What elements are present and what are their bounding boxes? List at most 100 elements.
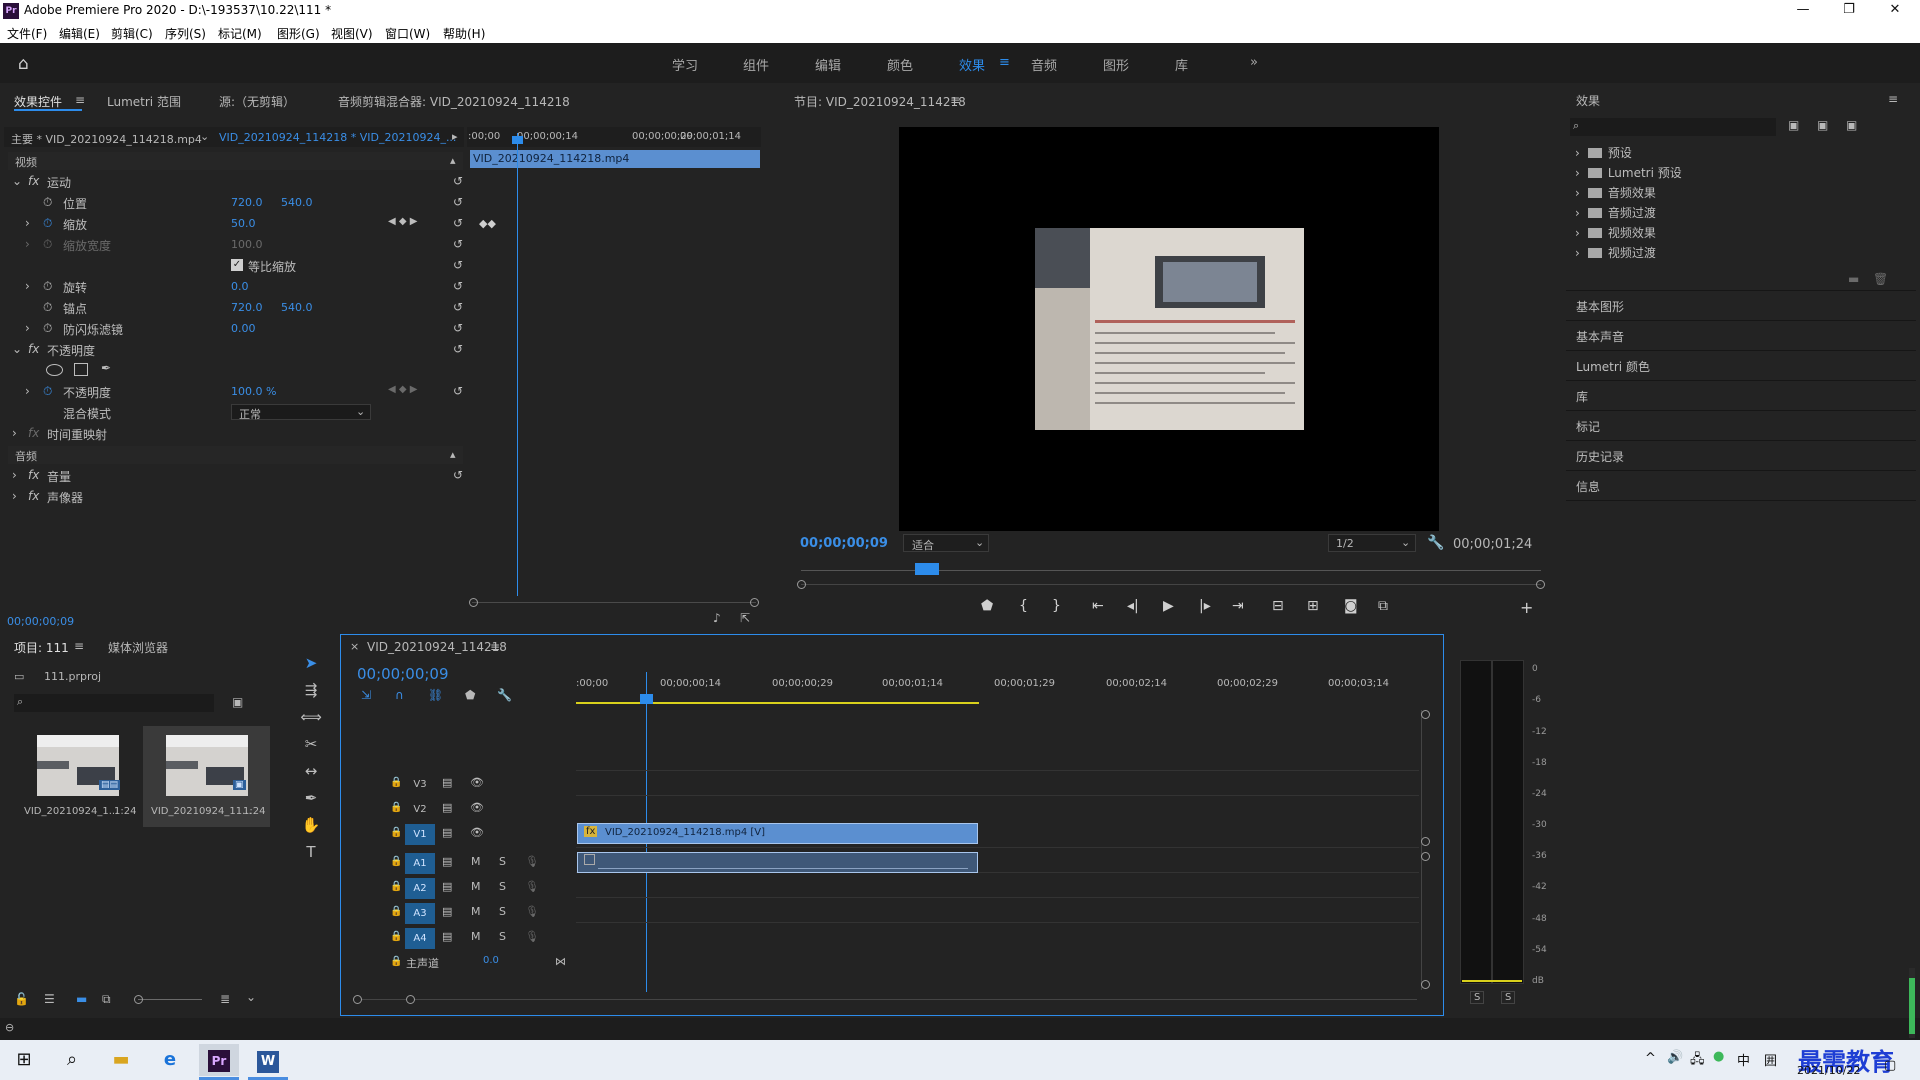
- thumbnail-size-slider[interactable]: [138, 999, 202, 1000]
- taskbar-date[interactable]: 2021/10/22: [1797, 1064, 1860, 1077]
- rotation-row[interactable]: › ⏱ 旋转 0.0 ↺: [8, 276, 463, 296]
- menu-help[interactable]: 帮助(H): [443, 25, 485, 42]
- essential-sound-panel[interactable]: 基本声音: [1576, 328, 1624, 345]
- compare-view-icon[interactable]: ⧉: [1378, 598, 1388, 614]
- mute-button[interactable]: M: [471, 880, 481, 893]
- zoom-handle[interactable]: [797, 580, 806, 589]
- resolution-select[interactable]: 1/2 ⌄: [1328, 534, 1416, 552]
- reset-icon[interactable]: ↺: [453, 195, 463, 209]
- edge-browser-icon[interactable]: e: [150, 1044, 190, 1076]
- workspace-learn[interactable]: 学习: [672, 55, 698, 74]
- sync-lock-icon[interactable]: ▤: [442, 801, 452, 814]
- reset-icon[interactable]: ↺: [453, 237, 463, 251]
- timeline-sequence-tab[interactable]: VID_20210924_114218: [367, 640, 507, 654]
- linked-selection-icon[interactable]: ⛓: [428, 688, 443, 702]
- track-label[interactable]: V3: [405, 774, 435, 795]
- menu-graphics[interactable]: 图形(G): [277, 25, 320, 42]
- reset-icon[interactable]: ↺: [453, 216, 463, 230]
- track-a3[interactable]: 🔒 A3 ▤ M S 🎙: [340, 901, 575, 926]
- anchor-y-value[interactable]: 540.0: [281, 301, 313, 314]
- track-label[interactable]: A4: [405, 928, 435, 949]
- panel-menu-icon[interactable]: ≡: [1888, 92, 1898, 106]
- slip-tool-icon[interactable]: ↔: [300, 760, 322, 782]
- position-y-value[interactable]: 540.0: [281, 196, 313, 209]
- scroll-handle[interactable]: [1421, 980, 1430, 989]
- export-icon[interactable]: ⇱: [740, 611, 750, 625]
- tab-source[interactable]: 源:（无剪辑）: [219, 93, 295, 110]
- type-tool-icon[interactable]: T: [300, 841, 322, 863]
- workspace-assembly[interactable]: 组件: [743, 55, 769, 74]
- track-a1[interactable]: 🔒 A1 ▤ M S 🎙: [340, 851, 575, 876]
- scroll-handle[interactable]: [1421, 837, 1430, 846]
- step-forward-icon[interactable]: |▸: [1199, 598, 1211, 614]
- program-time-ruler[interactable]: [801, 570, 1541, 571]
- effects-search-input[interactable]: ⌕: [1570, 118, 1776, 136]
- solo-button[interactable]: S: [499, 880, 506, 893]
- ime-indicator[interactable]: 中: [1737, 1050, 1750, 1069]
- reset-icon[interactable]: ↺: [453, 300, 463, 314]
- stopwatch-icon[interactable]: ⏱: [43, 279, 52, 294]
- work-area-bar[interactable]: [576, 702, 979, 704]
- opacity-row[interactable]: › ⏱ 不透明度 100.0 % ◀ ◆ ▶ ↺: [8, 381, 463, 401]
- workspace-menu-icon[interactable]: ≡: [999, 55, 1010, 70]
- eye-icon[interactable]: 👁: [470, 801, 484, 814]
- scale-value[interactable]: 50.0: [231, 217, 256, 230]
- disclosure-right-icon[interactable]: ›: [25, 216, 30, 230]
- workspace-editing[interactable]: 编辑: [815, 55, 841, 74]
- mic-icon[interactable]: 🎙: [525, 855, 539, 868]
- program-monitor-title[interactable]: 节目: VID_20210924_114218: [794, 93, 966, 110]
- ec-zoom-scroll[interactable]: [472, 602, 756, 603]
- rectangle-mask-icon[interactable]: [74, 363, 88, 376]
- reset-icon[interactable]: ↺: [453, 468, 463, 482]
- ec-zoom-handle[interactable]: [469, 598, 478, 607]
- add-marker-icon[interactable]: ⬟: [981, 598, 993, 614]
- ec-zoom-handle[interactable]: [750, 598, 759, 607]
- pen-mask-icon[interactable]: ✒: [101, 361, 111, 375]
- tray-chevron-icon[interactable]: ^: [1645, 1051, 1656, 1066]
- program-playhead[interactable]: [914, 563, 939, 575]
- timeline-playhead-handle[interactable]: [640, 694, 653, 704]
- menu-file[interactable]: 文件(F): [7, 25, 47, 42]
- uniform-scale-checkbox[interactable]: ✓: [231, 259, 243, 271]
- mute-button[interactable]: M: [471, 905, 481, 918]
- program-timecode[interactable]: 00;00;00;09: [800, 536, 888, 551]
- pen-tool-icon[interactable]: ✒: [300, 787, 322, 809]
- reset-icon[interactable]: ↺: [453, 384, 463, 398]
- add-button-icon[interactable]: +: [1520, 598, 1533, 617]
- ec-clip-bar[interactable]: VID_20210924_114218.mp4: [470, 150, 760, 168]
- scroll-handle[interactable]: [1421, 852, 1430, 861]
- position-row[interactable]: ⏱ 位置 720.0 540.0 ↺: [8, 192, 463, 212]
- chevron-down-icon[interactable]: ⌄: [246, 990, 256, 1004]
- selection-tool-icon[interactable]: ➤: [300, 652, 322, 674]
- disclosure-right-icon[interactable]: ›: [12, 468, 17, 482]
- workspace-effects[interactable]: 效果: [959, 55, 985, 74]
- accelerated-effects-icon[interactable]: ▣: [1788, 118, 1799, 132]
- menu-sequence[interactable]: 序列(S): [165, 25, 206, 42]
- effects-folder-lumetri-presets[interactable]: › Lumetri 预设: [1575, 164, 1682, 181]
- eye-icon[interactable]: 👁: [470, 826, 484, 839]
- project-item[interactable]: ▤▤ VID_20210924_1... 1:24: [14, 726, 141, 826]
- master-track-value[interactable]: 0.0: [483, 955, 499, 966]
- 32bit-effects-icon[interactable]: ▣: [1817, 118, 1828, 132]
- word-taskbar-icon[interactable]: W: [248, 1044, 288, 1076]
- close-tab-icon[interactable]: ×: [350, 640, 359, 653]
- icon-view-icon[interactable]: ▬: [76, 992, 87, 1006]
- reset-icon[interactable]: ↺: [453, 279, 463, 293]
- blend-mode-select[interactable]: 正常 ⌄: [231, 404, 371, 421]
- project-search-input[interactable]: ⌕: [14, 694, 214, 712]
- panel-menu-icon[interactable]: ≡: [75, 93, 85, 107]
- markers-panel[interactable]: 标记: [1576, 418, 1600, 435]
- reset-icon[interactable]: ↺: [453, 321, 463, 335]
- razor-tool-icon[interactable]: ✂: [300, 733, 322, 755]
- mute-button[interactable]: M: [471, 855, 481, 868]
- effects-folder-video-effects[interactable]: › 视频效果: [1575, 224, 1656, 241]
- close-button[interactable]: ✕: [1872, 0, 1918, 22]
- stopwatch-icon[interactable]: ⏱: [43, 300, 52, 315]
- disclosure-right-icon[interactable]: ›: [25, 384, 30, 398]
- lift-icon[interactable]: ⊟: [1272, 598, 1284, 614]
- tab-lumetri-scopes[interactable]: Lumetri 范围: [107, 93, 181, 110]
- play-only-triangle-icon[interactable]: ▸: [452, 130, 458, 143]
- sync-lock-icon[interactable]: ▤: [442, 905, 452, 918]
- menu-view[interactable]: 视图(V): [331, 25, 373, 42]
- timeline-audio-clip[interactable]: [577, 852, 978, 873]
